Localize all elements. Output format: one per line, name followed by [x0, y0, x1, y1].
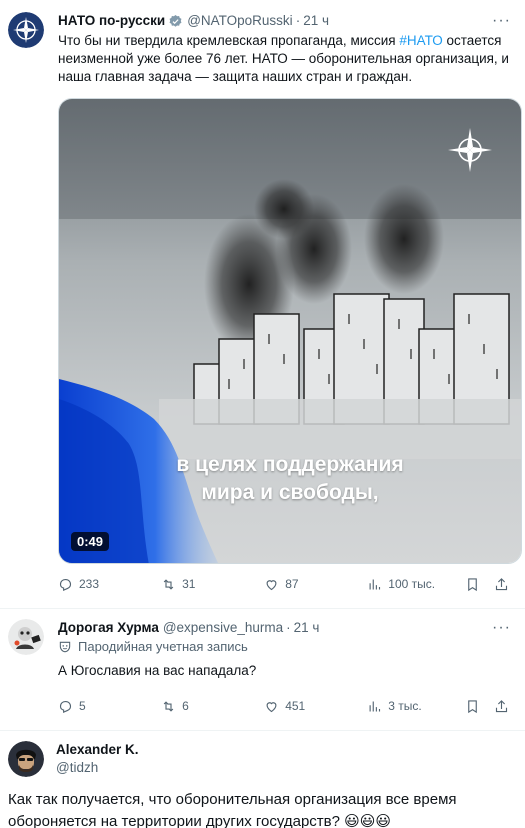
- avatar-image: [8, 741, 44, 777]
- avatar[interactable]: [8, 12, 44, 48]
- separator-dot: ·: [295, 13, 301, 28]
- share-icon[interactable]: [494, 577, 509, 592]
- avatar[interactable]: [8, 741, 44, 777]
- repost-count: 31: [182, 577, 196, 591]
- tweet-text: А Югославия на вас нападала?: [58, 663, 257, 678]
- parody-label: Пародийная учетная запись: [58, 639, 509, 654]
- nato-compass-icon: [8, 12, 44, 48]
- tweet-reply-main[interactable]: Alexander K. @tidzh Как так получается, …: [0, 731, 525, 828]
- views-count: 3 тыс.: [388, 699, 422, 713]
- avatar[interactable]: [8, 619, 44, 655]
- caption-line: в целях поддержания: [176, 453, 404, 476]
- more-icon[interactable]: ···: [492, 619, 511, 637]
- timestamp[interactable]: 21 ч: [303, 12, 329, 30]
- like-icon: [266, 701, 277, 712]
- reply-count: 5: [79, 699, 86, 713]
- verified-badge-icon: [168, 14, 183, 29]
- bookmark-icon[interactable]: [465, 699, 480, 714]
- like-button[interactable]: 451: [264, 699, 367, 714]
- reply-button[interactable]: 233: [58, 577, 161, 592]
- author-name[interactable]: НАТО по-русски: [58, 12, 165, 30]
- reply-count: 233: [79, 577, 100, 591]
- more-icon[interactable]: ···: [492, 12, 511, 30]
- author-name[interactable]: Alexander K.: [56, 741, 139, 759]
- reply-icon: [59, 700, 72, 713]
- bookmark-icon[interactable]: [465, 577, 480, 592]
- reply-button[interactable]: 5: [58, 699, 161, 714]
- views-icon: [369, 701, 381, 711]
- reply-icon: [59, 578, 72, 591]
- parody-mask-icon: [59, 641, 71, 652]
- share-icon[interactable]: [494, 699, 509, 714]
- like-icon: [266, 579, 277, 590]
- like-count: 87: [285, 577, 299, 591]
- tweet-text: Что бы ни твердила кремлевская пропаганд…: [58, 32, 509, 86]
- repost-icon: [163, 578, 174, 590]
- tweet-nato[interactable]: ··· НАТО по-русски @NATOpoRusski · 21 ч …: [0, 0, 525, 604]
- author-name[interactable]: Дорогая Хурма: [58, 619, 159, 637]
- parody-label-text: Пародийная учетная запись: [78, 639, 248, 654]
- like-button[interactable]: 87: [264, 577, 367, 592]
- tweet-text-part: Что бы ни твердила кремлевская пропаганд…: [58, 33, 400, 48]
- author-handle[interactable]: @expensive_hurma: [163, 619, 283, 637]
- views-button[interactable]: 100 тыс.: [367, 577, 457, 592]
- video-duration: 0:49: [71, 532, 110, 551]
- video-player[interactable]: в целях поддержания мира и свободы, 0:49: [58, 98, 522, 564]
- avatar-image: [8, 619, 44, 655]
- tweet-actions: 233 31 87 100 тыс.: [58, 564, 509, 604]
- repost-icon: [163, 700, 174, 712]
- video-caption: в целях поддержания мира и свободы,: [59, 451, 521, 507]
- repost-count: 6: [182, 699, 189, 713]
- separator-dot: ·: [286, 620, 291, 635]
- timestamp[interactable]: 21 ч: [294, 619, 320, 637]
- hashtag-link[interactable]: #НАТО: [399, 33, 442, 48]
- repost-button[interactable]: 6: [161, 699, 264, 714]
- views-icon: [369, 579, 381, 589]
- like-count: 451: [285, 699, 306, 713]
- tweet-reply[interactable]: ··· Дорогая Хурма @expensive_hurma · 21 …: [0, 609, 525, 726]
- author-handle[interactable]: @tidzh: [56, 759, 139, 777]
- nato-compass-icon: [445, 125, 495, 175]
- author-handle[interactable]: @NATOpoRusski: [187, 12, 292, 30]
- repost-button[interactable]: 31: [161, 577, 264, 592]
- tweet-text: Как так получается, что оборонительная о…: [8, 791, 457, 828]
- views-button[interactable]: 3 тыс.: [367, 699, 457, 714]
- tweet-actions: 5 6 451 3 тыс.: [58, 686, 509, 726]
- views-count: 100 тыс.: [388, 577, 436, 591]
- caption-line: мира и свободы,: [201, 481, 379, 504]
